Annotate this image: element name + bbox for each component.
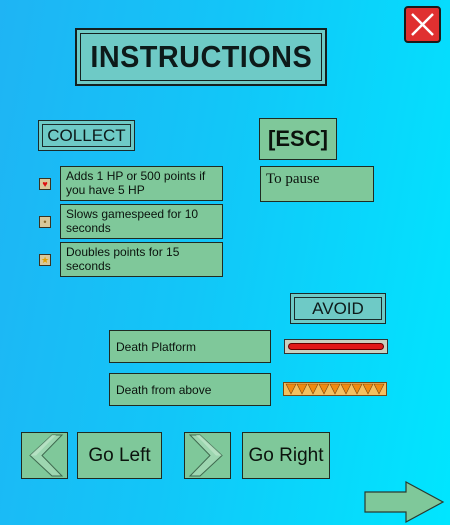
avoid-item-above-text: Death from above <box>116 382 212 397</box>
next-button[interactable] <box>364 481 446 523</box>
title-plate: INSTRUCTIONS <box>75 28 327 86</box>
collect-item-star-text: Doubles points for 15 seconds <box>66 245 180 273</box>
page-title: INSTRUCTIONS <box>90 39 312 74</box>
pause-description-text: To pause <box>266 171 320 187</box>
spike-row-swatch <box>283 382 387 396</box>
collect-item-star: Doubles points for 15 seconds <box>60 242 223 277</box>
go-left-label: Go Left <box>88 444 151 466</box>
collect-item-slow: Slows gamespeed for 10 seconds <box>60 204 223 239</box>
esc-key-text: [ESC] <box>268 126 328 151</box>
star-icon: ★ <box>39 254 51 266</box>
chevron-left-icon <box>29 434 64 477</box>
pause-description: To pause <box>260 166 374 202</box>
esc-key-label: [ESC] <box>259 118 337 160</box>
heart-icon: ♥ <box>39 178 51 190</box>
collect-item-slow-text: Slows gamespeed for 10 seconds <box>66 207 199 235</box>
red-platform-swatch <box>284 339 388 354</box>
slow-icon: • <box>39 216 51 228</box>
collect-header: COLLECT <box>38 120 135 151</box>
go-left-button[interactable]: Go Left <box>77 432 162 479</box>
collect-item-heart-text: Adds 1 HP or 500 points if you have 5 HP <box>66 169 206 197</box>
avoid-header: AVOID <box>290 293 386 324</box>
arrow-right-icon <box>364 481 445 523</box>
go-right-label: Go Right <box>248 444 324 466</box>
avoid-item-platform-text: Death Platform <box>116 339 197 354</box>
right-arrow-button[interactable] <box>184 432 231 479</box>
close-x-icon <box>411 13 434 36</box>
chevron-right-icon <box>188 434 223 477</box>
go-right-button[interactable]: Go Right <box>242 432 330 479</box>
avoid-item-above: Death from above <box>109 373 271 406</box>
spike-row-icon <box>285 383 385 395</box>
collect-item-heart: Adds 1 HP or 500 points if you have 5 HP <box>60 166 223 201</box>
avoid-item-platform: Death Platform <box>109 330 271 363</box>
left-arrow-button[interactable] <box>21 432 68 479</box>
close-button[interactable] <box>404 6 441 43</box>
